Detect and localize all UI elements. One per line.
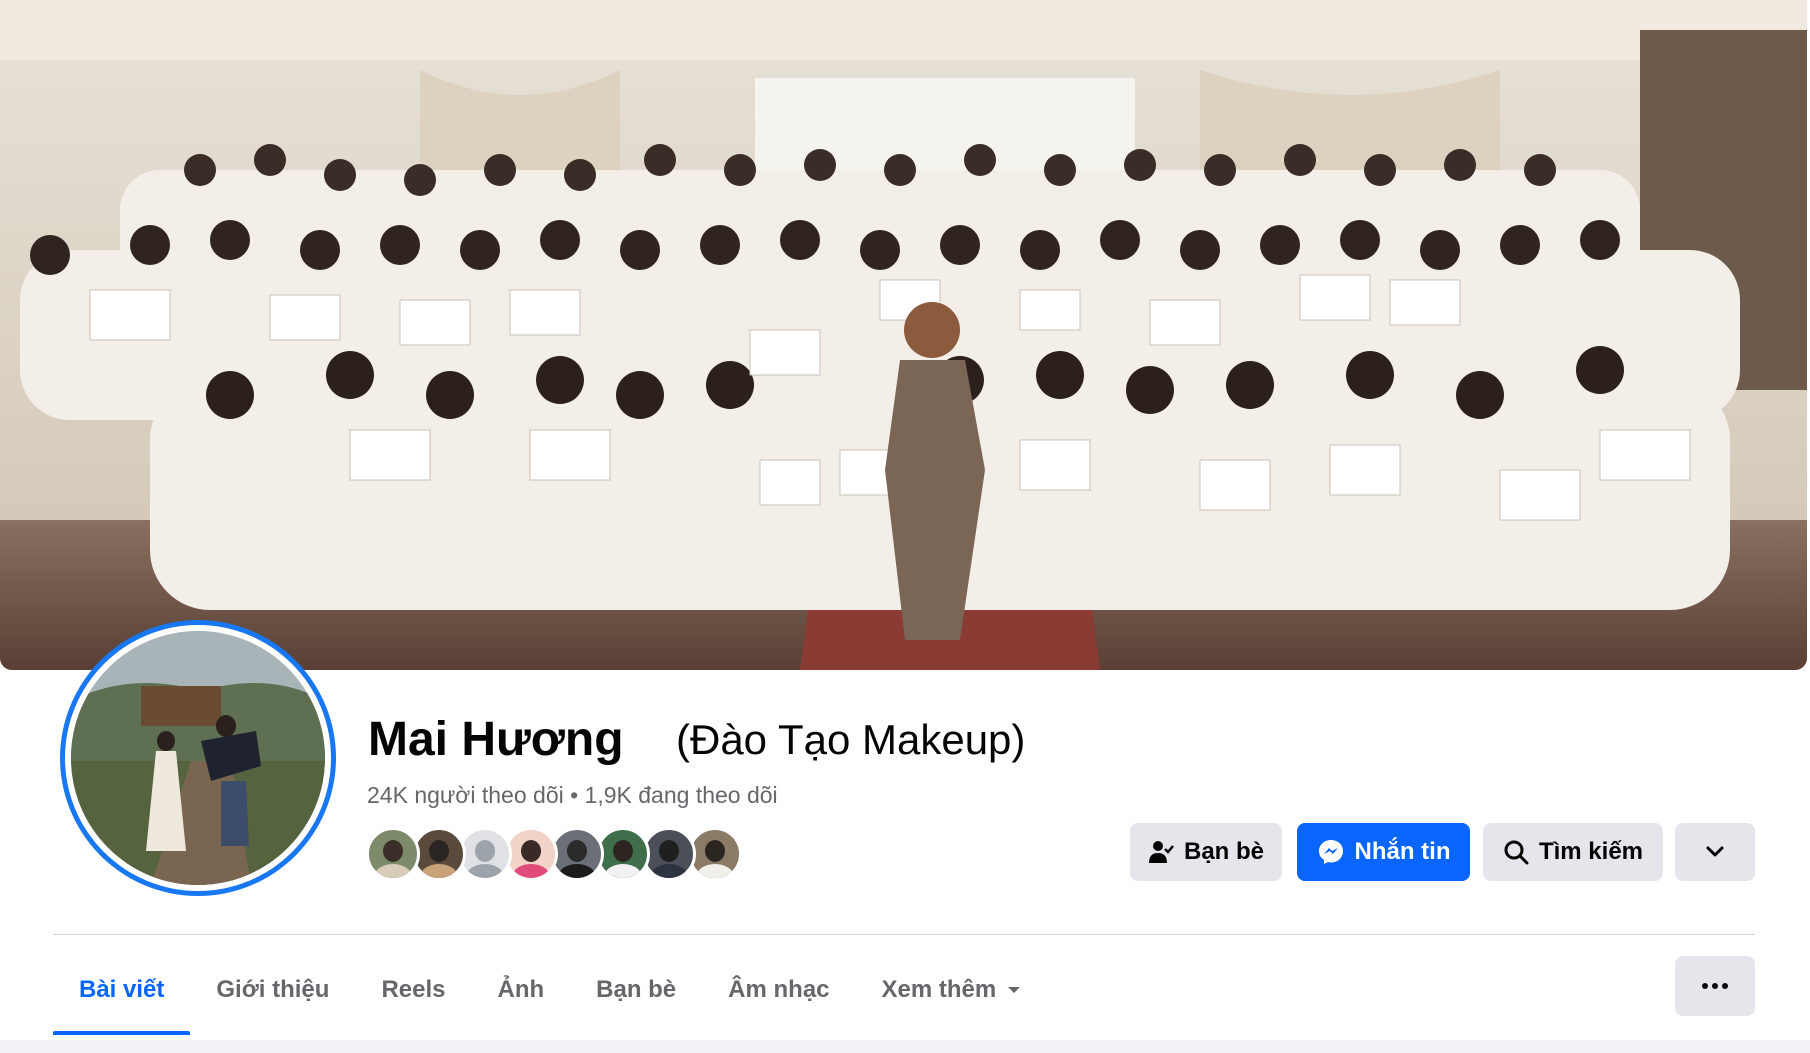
mutual-friends-avatars xyxy=(366,827,742,881)
friend-avatar-head xyxy=(429,840,449,862)
friend-avatar[interactable] xyxy=(504,827,558,881)
tab-music[interactable]: Âm nhạc xyxy=(702,945,855,1035)
friend-avatar-body xyxy=(374,864,412,878)
friend-avatar-body xyxy=(650,864,688,878)
user-check-icon xyxy=(1148,841,1174,863)
friend-avatar[interactable] xyxy=(550,827,604,881)
friend-avatar-body xyxy=(420,864,458,878)
message-button[interactable]: Nhắn tin xyxy=(1297,823,1470,881)
ellipsis-icon xyxy=(1722,983,1728,989)
friend-avatar-head xyxy=(521,840,541,862)
friend-avatar[interactable] xyxy=(366,827,420,881)
tab-see-more[interactable]: Xem thêm xyxy=(856,945,1049,1035)
friend-avatar-head xyxy=(705,840,725,862)
tab-label: Bạn bè xyxy=(596,976,677,1003)
search-icon xyxy=(1504,840,1529,865)
cover-photo[interactable] xyxy=(0,0,1807,670)
avatar-photo-illustration xyxy=(71,631,325,885)
tab-label: Ảnh xyxy=(497,976,545,1003)
profile-options-button[interactable] xyxy=(1675,956,1755,1016)
messenger-icon xyxy=(1318,840,1343,864)
profile-alternate-name: (Đào Tạo Makeup) xyxy=(676,716,1026,763)
friend-avatar-body xyxy=(512,864,550,878)
search-button-label: Tìm kiếm xyxy=(1538,838,1644,865)
friend-avatar[interactable] xyxy=(412,827,466,881)
profile-avatar-photo xyxy=(71,631,325,885)
friends-button-label: Bạn bè xyxy=(1183,838,1264,865)
caret-down-icon xyxy=(1008,987,1021,993)
tab-label: Bài viết xyxy=(79,976,165,1003)
friend-avatar-body xyxy=(558,864,596,878)
tab-reels[interactable]: Reels xyxy=(355,945,471,1035)
tab-label: Giới thiệu xyxy=(216,976,330,1003)
profile-tabs: Bài viết Giới thiệu Reels Ảnh Bạn bè Âm … xyxy=(53,945,1048,1035)
search-button[interactable]: Tìm kiếm xyxy=(1483,823,1663,881)
tab-friends[interactable]: Bạn bè xyxy=(570,945,702,1035)
friend-avatar[interactable] xyxy=(458,827,512,881)
cover-photo-illustration xyxy=(0,0,1807,670)
page-background-band xyxy=(0,1040,1810,1053)
more-actions-dropdown-button[interactable] xyxy=(1675,823,1755,881)
friend-avatar-body xyxy=(696,864,734,878)
friend-avatar[interactable] xyxy=(642,827,696,881)
friend-avatar-head xyxy=(659,840,679,862)
tab-label: Reels xyxy=(381,976,446,1003)
profile-avatar-frame xyxy=(65,625,331,891)
tab-photos[interactable]: Ảnh xyxy=(471,945,570,1035)
friend-avatar-head xyxy=(475,840,495,862)
profile-avatar[interactable] xyxy=(60,620,336,896)
friend-avatar-head xyxy=(613,840,633,862)
friend-avatar[interactable] xyxy=(596,827,650,881)
tab-about[interactable]: Giới thiệu xyxy=(190,945,355,1035)
ellipsis-icon xyxy=(1712,983,1718,989)
tab-label: Xem thêm xyxy=(881,976,997,1003)
chevron-down-icon xyxy=(1706,846,1724,857)
friend-avatar-body xyxy=(604,864,642,878)
profile-follow-stats[interactable]: 24K người theo dõi • 1,9K đang theo dõi xyxy=(367,782,778,809)
friend-avatar[interactable] xyxy=(688,827,742,881)
ellipsis-icon xyxy=(1702,983,1708,989)
friend-avatar-body xyxy=(466,864,504,878)
friend-avatar-head xyxy=(567,840,587,862)
friends-button[interactable]: Bạn bè xyxy=(1130,823,1282,881)
tab-label: Âm nhạc xyxy=(728,976,830,1003)
profile-name: Mai Hương xyxy=(368,713,624,766)
message-button-label: Nhắn tin xyxy=(1354,838,1451,865)
friend-avatar-head xyxy=(383,840,403,862)
profile-divider xyxy=(53,934,1755,935)
tab-posts[interactable]: Bài viết xyxy=(53,945,191,1035)
